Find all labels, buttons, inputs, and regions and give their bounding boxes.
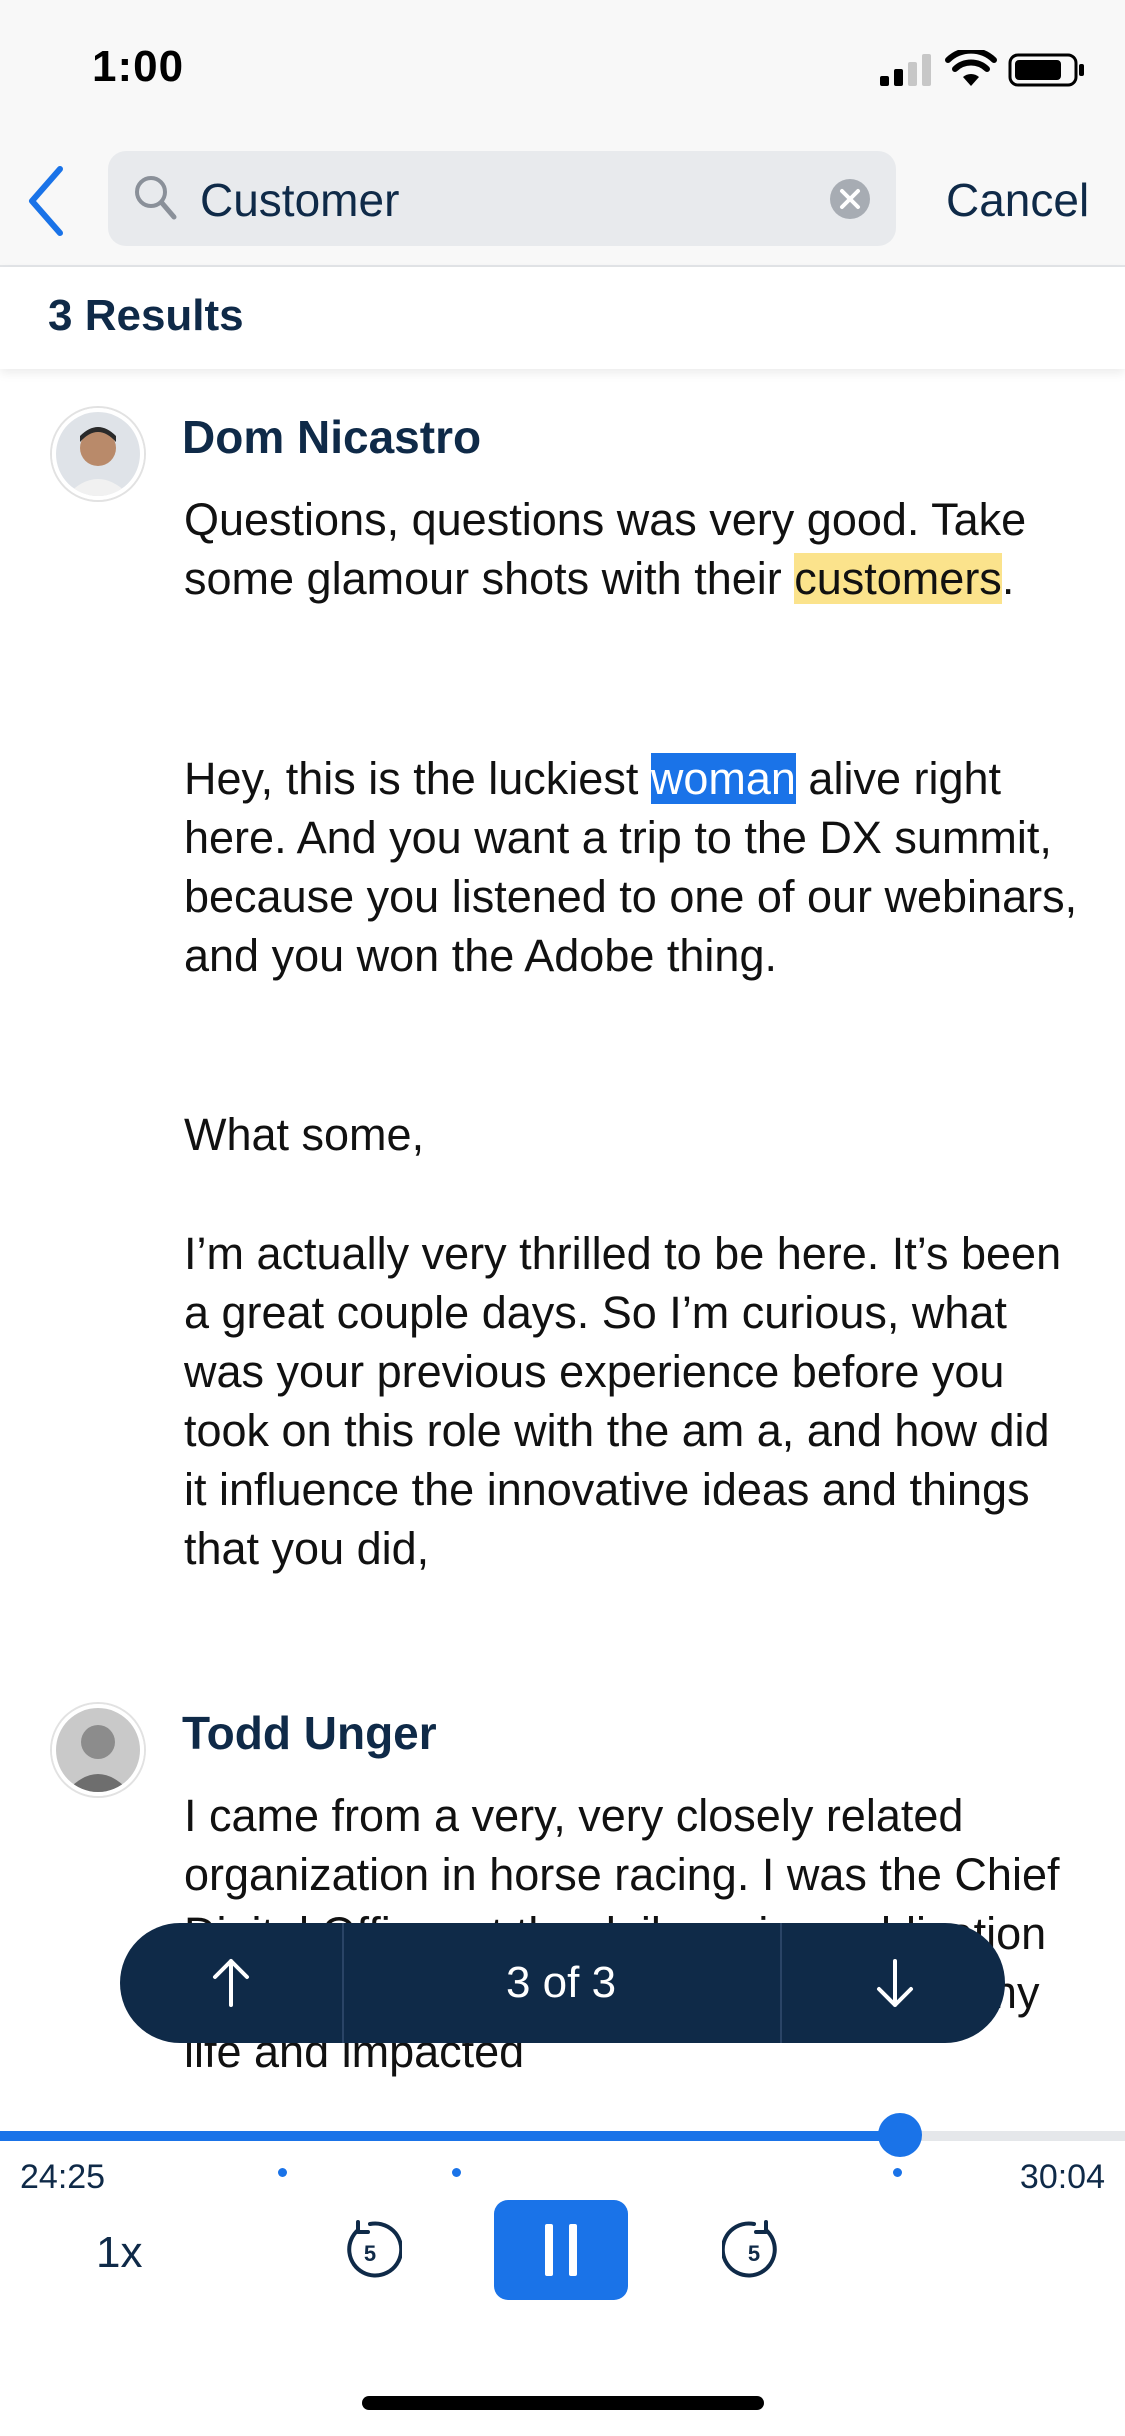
rewind-seconds-label: 5 bbox=[364, 2241, 376, 2266]
arrow-down-icon bbox=[876, 1959, 913, 2007]
progress-scrubber-handle[interactable] bbox=[878, 2113, 922, 2157]
transcript-paragraph: What some, bbox=[184, 1109, 425, 1160]
speaker-name: Todd Unger bbox=[182, 1707, 437, 1759]
avatar bbox=[52, 408, 144, 500]
home-indicator[interactable] bbox=[362, 2396, 764, 2410]
search-bar: Customer Cancel bbox=[0, 135, 1125, 267]
match-marker bbox=[452, 2168, 461, 2177]
forward-icon: 5 bbox=[720, 2220, 777, 2278]
total-duration: 30:04 bbox=[1019, 2158, 1105, 2196]
previous-match-button[interactable] bbox=[120, 1923, 344, 2043]
forward-seconds-label: 5 bbox=[748, 2241, 760, 2266]
cancel-button[interactable]: Cancel bbox=[946, 173, 1089, 227]
pause-button[interactable] bbox=[494, 2200, 628, 2300]
rewind-5-button[interactable]: 5 bbox=[338, 2218, 404, 2282]
clear-search-icon[interactable] bbox=[828, 177, 872, 221]
status-bar: 1:00 bbox=[0, 0, 1125, 135]
pause-icon bbox=[569, 2224, 577, 2276]
transcript-paragraph: Hey, this is the luckiest woman alive ri… bbox=[184, 749, 1084, 985]
avatar bbox=[52, 1704, 144, 1796]
next-match-button[interactable] bbox=[780, 1923, 1007, 2043]
results-header: 3 Results bbox=[0, 267, 1125, 369]
search-input[interactable]: Customer bbox=[108, 151, 896, 246]
cellular-signal-icon bbox=[880, 54, 931, 86]
wifi-icon bbox=[945, 50, 997, 86]
pause-icon bbox=[545, 2224, 553, 2276]
rewind-icon: 5 bbox=[347, 2220, 404, 2278]
progress-fill bbox=[0, 2131, 900, 2141]
results-count: 3 Results bbox=[48, 291, 244, 340]
match-marker bbox=[278, 2168, 287, 2177]
elapsed-time: 24:25 bbox=[20, 2158, 106, 2196]
text-segment: . bbox=[1001, 553, 1015, 604]
playback-speed-button[interactable]: 1x bbox=[96, 2228, 142, 2278]
playback-progress-bar[interactable] bbox=[0, 2113, 1125, 2157]
text-segment: Hey, this is the luckiest bbox=[184, 753, 651, 804]
status-time: 1:00 bbox=[92, 42, 185, 91]
transcript-paragraph: I’m actually very thrilled to be here. I… bbox=[184, 1228, 1062, 1574]
back-chevron-icon[interactable] bbox=[22, 163, 72, 239]
search-query-text: Customer bbox=[200, 174, 400, 226]
forward-5-button[interactable]: 5 bbox=[720, 2218, 786, 2282]
match-navigator: 3 of 3 bbox=[120, 1923, 1005, 2043]
match-marker bbox=[893, 2168, 902, 2177]
speaker-photo-icon bbox=[56, 1708, 140, 1792]
speaker-name: Dom Nicastro bbox=[182, 411, 482, 463]
battery-icon bbox=[1008, 53, 1084, 87]
search-icon bbox=[135, 176, 177, 220]
speaker-photo-icon bbox=[56, 412, 140, 496]
search-match-highlight: customers bbox=[794, 553, 1002, 604]
arrow-up-icon bbox=[213, 1959, 249, 2007]
match-position: 3 of 3 bbox=[505, 1958, 617, 2007]
transcript-paragraph: Questions, questions was very good. Take… bbox=[184, 490, 1084, 608]
current-word-highlight: woman bbox=[650, 753, 796, 804]
